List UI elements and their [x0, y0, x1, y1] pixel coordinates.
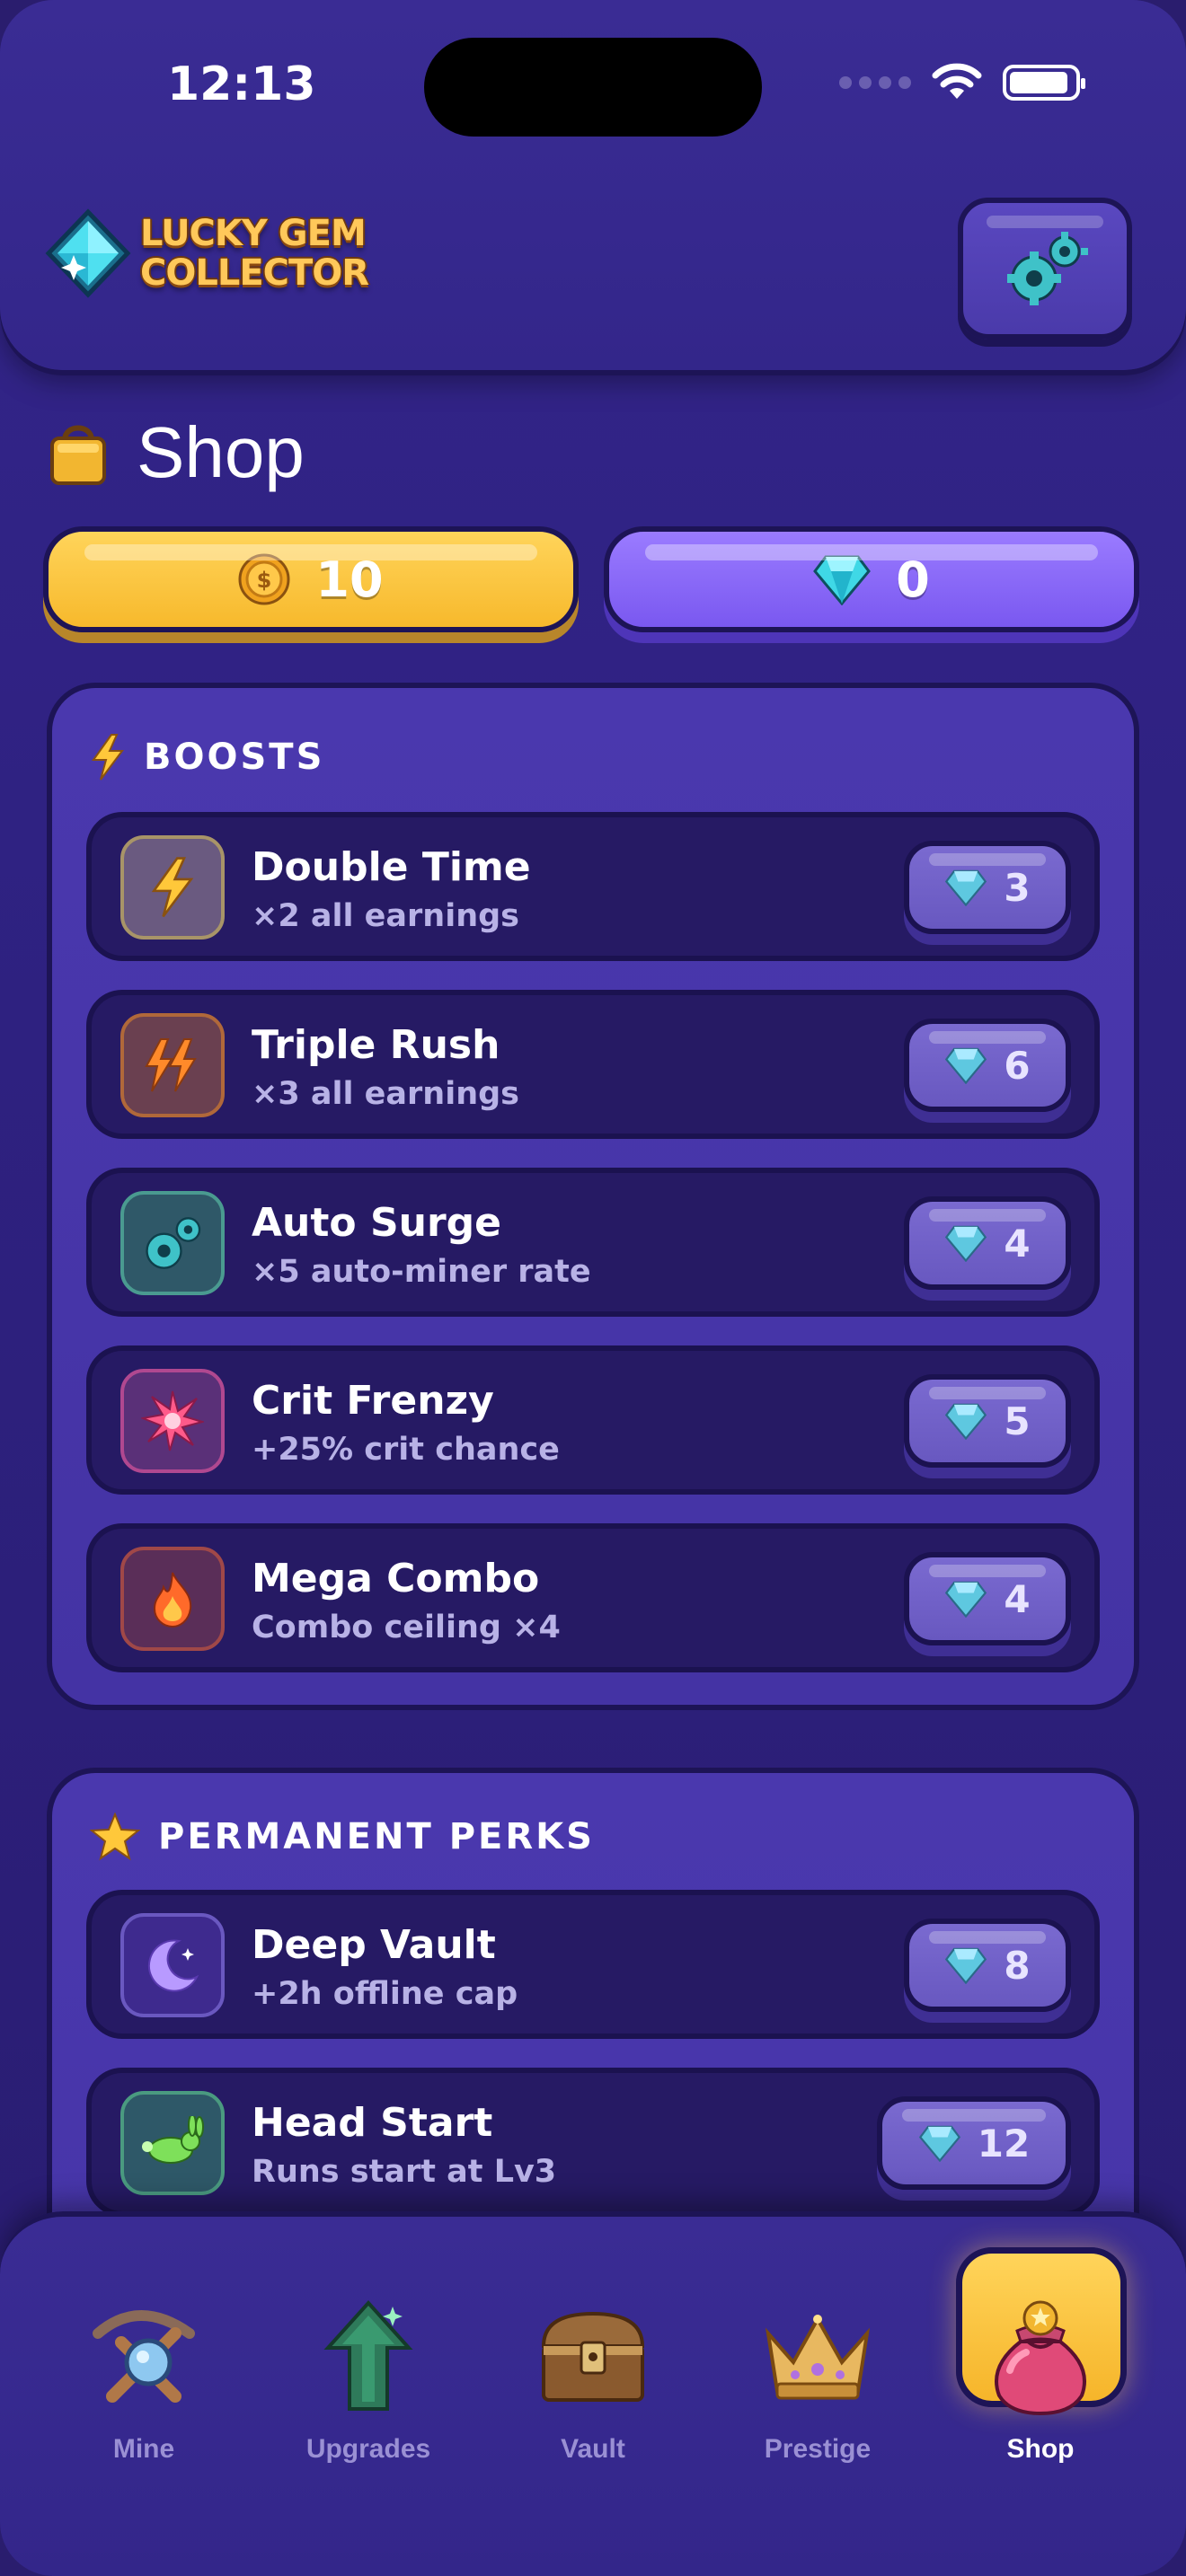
shop-item-deep-vault[interactable]: Deep Vault +2h offline cap 8: [86, 1890, 1100, 2039]
logo-line-1: LUCKY GEM: [140, 213, 367, 254]
item-name: Double Time: [252, 844, 531, 890]
bottom-nav: Mine Upgrades Vault Prestige Shop: [0, 2211, 1186, 2576]
tab-mine[interactable]: Mine: [54, 2289, 234, 2465]
diamond-icon: [945, 869, 987, 906]
item-price: 6: [1004, 1043, 1031, 1088]
tab-shop[interactable]: Shop: [951, 2289, 1130, 2465]
diamond-icon: [918, 2125, 960, 2162]
item-desc: ×5 auto-miner rate: [252, 1254, 591, 1290]
page-title-row: Shop: [47, 411, 305, 494]
tab-label: Prestige: [764, 2434, 872, 2464]
status-icons: [839, 63, 1085, 102]
burst-icon: [120, 1369, 225, 1473]
tab-upgrades[interactable]: Upgrades: [279, 2289, 458, 2465]
shop-item-head-start[interactable]: Head Start Runs start at Lv3 12: [86, 2068, 1100, 2217]
perks-header: PERMANENT PERKS: [90, 1813, 595, 1861]
shop-item-triple-rush[interactable]: Triple Rush ×3 all earnings 6: [86, 990, 1100, 1139]
diamond-icon: [945, 1403, 987, 1440]
item-desc: Combo ceiling ×4: [252, 1610, 561, 1645]
buy-button[interactable]: 4: [904, 1196, 1071, 1290]
item-price: 5: [1004, 1398, 1031, 1443]
gears-icon: [1007, 232, 1088, 305]
flame-icon: [120, 1547, 225, 1651]
gears-icon: [120, 1191, 225, 1295]
wifi-icon: [932, 63, 982, 99]
item-desc: Runs start at Lv3: [252, 2154, 557, 2190]
item-desc: +25% crit chance: [252, 1432, 560, 1468]
item-name: Crit Frenzy: [252, 1378, 494, 1424]
buy-button[interactable]: 8: [904, 1919, 1071, 2012]
diamond-icon: [945, 1225, 987, 1262]
item-desc: ×3 all earnings: [252, 1076, 519, 1112]
boosts-section: BOOSTS Double Time ×2 all earnings 3 Tri…: [47, 683, 1139, 1710]
pickaxe-icon: [93, 2310, 195, 2403]
item-name: Deep Vault: [252, 1922, 496, 1968]
coin-balance: $ 10: [43, 526, 579, 632]
shop-item-mega-combo[interactable]: Mega Combo Combo ceiling ×4 4: [86, 1523, 1100, 1672]
buy-button[interactable]: 6: [904, 1019, 1071, 1112]
app-logo: LUCKY GEM COLLECTOR: [43, 208, 369, 298]
shop-item-auto-surge[interactable]: Auto Surge ×5 auto-miner rate 4: [86, 1168, 1100, 1317]
rabbit-icon: [120, 2091, 225, 2195]
item-price: 4: [1004, 1221, 1031, 1266]
item-desc: ×2 all earnings: [252, 898, 519, 934]
status-time: 12:13: [167, 57, 316, 111]
item-name: Triple Rush: [252, 1022, 500, 1068]
cellular-signal-icon: [839, 76, 911, 89]
item-name: Mega Combo: [252, 1556, 540, 1601]
diamond-icon: [945, 1581, 987, 1618]
item-price: 12: [977, 2121, 1031, 2166]
dynamic-island: [424, 38, 762, 137]
buy-button[interactable]: 12: [877, 2096, 1071, 2190]
tab-label: Vault: [561, 2434, 625, 2464]
battery-icon: [1003, 65, 1085, 101]
star-icon: [90, 1813, 140, 1861]
page-title: Shop: [137, 412, 305, 492]
settings-button[interactable]: [958, 198, 1132, 340]
double-lightning-icon: [120, 1013, 225, 1117]
tab-label: Upgrades: [305, 2434, 431, 2464]
lightning-icon: [120, 835, 225, 940]
pouch-icon: [995, 2300, 1086, 2416]
diamond-icon: [813, 555, 872, 605]
svg-text:$: $: [257, 568, 272, 593]
diamond-icon: [945, 1947, 987, 1984]
tab-label: Mine: [112, 2434, 175, 2464]
item-desc: +2h offline cap: [252, 1976, 518, 2012]
buy-button[interactable]: 4: [904, 1552, 1071, 1645]
crown-icon: [765, 2315, 871, 2400]
tab-prestige[interactable]: Prestige: [728, 2289, 907, 2465]
tab-label: Shop: [1006, 2434, 1075, 2464]
chest-icon: [541, 2311, 645, 2402]
logo-line-2: COLLECTOR: [140, 252, 369, 294]
app-screen: 12:13 LUCKY GEM COLLECTOR Shop $ 10 0 BO…: [0, 0, 1186, 2576]
upgrade-arrow-icon: [323, 2300, 413, 2411]
shopping-bag-icon: [50, 425, 106, 485]
top-header: 12:13 LUCKY GEM COLLECTOR: [0, 0, 1186, 370]
perks-title: PERMANENT PERKS: [158, 1816, 595, 1857]
diamond-icon: [945, 1047, 987, 1084]
item-price: 8: [1004, 1943, 1031, 1988]
lightning-icon: [92, 734, 124, 781]
coin-icon: $: [238, 553, 290, 605]
shop-item-crit-frenzy[interactable]: Crit Frenzy +25% crit chance 5: [86, 1345, 1100, 1495]
boosts-header: BOOSTS: [90, 733, 324, 781]
buy-button[interactable]: 5: [904, 1374, 1071, 1468]
item-name: Auto Surge: [252, 1200, 502, 1246]
buy-button[interactable]: 3: [904, 841, 1071, 934]
boosts-title: BOOSTS: [144, 737, 325, 778]
gem-balance: 0: [604, 526, 1139, 632]
moon-icon: [120, 1913, 225, 2017]
item-price: 3: [1004, 865, 1031, 910]
item-name: Head Start: [252, 2100, 493, 2146]
tab-vault[interactable]: Vault: [503, 2289, 683, 2465]
item-price: 4: [1004, 1576, 1031, 1621]
gem-logo-icon: [45, 208, 131, 298]
shop-item-double-time[interactable]: Double Time ×2 all earnings 3: [86, 812, 1100, 961]
